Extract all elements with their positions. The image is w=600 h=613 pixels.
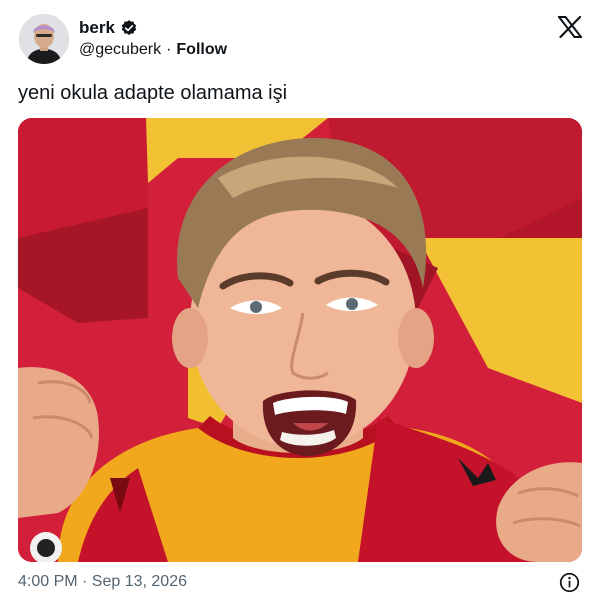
tweet-timestamp[interactable]: 4:00 PM · Sep 13, 2026 — [18, 572, 187, 592]
photo-image — [18, 118, 582, 562]
avatar[interactable] — [19, 14, 69, 64]
author-display-name[interactable]: berk — [79, 18, 115, 38]
author-handle[interactable]: @gecuberk — [79, 41, 161, 59]
info-icon[interactable] — [559, 572, 580, 593]
tweet-card: berk @gecuberk · Follow yeni okula adapt… — [0, 0, 600, 613]
tweet-text: yeni okula adapte olamama işi — [18, 82, 288, 104]
author-handle-row: @gecuberk · Follow — [79, 40, 227, 60]
avatar-image — [19, 14, 69, 64]
author-name-row[interactable]: berk — [79, 18, 138, 38]
dot-separator: · — [166, 41, 172, 58]
tweet-photo[interactable] — [18, 118, 582, 562]
follow-button[interactable]: Follow — [176, 41, 227, 59]
verified-badge-icon — [120, 19, 138, 37]
x-logo-icon[interactable] — [556, 15, 584, 39]
